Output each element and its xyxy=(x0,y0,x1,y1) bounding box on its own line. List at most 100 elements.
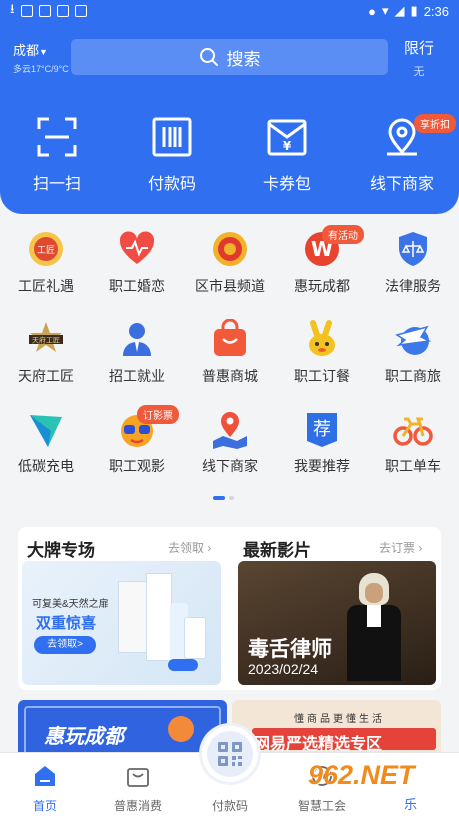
service-label: 普惠商城 xyxy=(202,368,258,384)
huiwan-banner[interactable]: 惠玩成都 xyxy=(18,700,227,760)
watermark-logo: 962.NET 乐游网 xyxy=(308,760,417,812)
banner-headline: 双重惊喜 xyxy=(36,615,97,632)
service-label: 招工就业 xyxy=(109,368,165,384)
coupon-wallet-button[interactable]: ¥ 卡券包 xyxy=(247,116,327,194)
yanxuan-slogan: 懂商品更懂生活 xyxy=(294,714,385,725)
service-puhui-mall[interactable]: 普惠商城 xyxy=(195,318,265,386)
quick-action-label: 卡券包 xyxy=(262,176,311,193)
movie-poster-image xyxy=(343,569,403,681)
brand-section-more[interactable]: 去领取 › xyxy=(168,539,211,556)
meal-mascot-icon xyxy=(309,320,335,356)
notification-icon xyxy=(38,5,51,17)
tab-home[interactable]: 首页 xyxy=(5,763,85,814)
page-indicator xyxy=(213,496,234,500)
svg-text:¥: ¥ xyxy=(283,139,292,153)
service-legal[interactable]: 法律服务 xyxy=(378,229,448,296)
heart-icon xyxy=(119,231,155,264)
scan-icon xyxy=(37,117,77,157)
brand-section-title: 大牌专场 xyxy=(27,541,95,560)
tab-label: 首页 xyxy=(32,799,57,813)
home-icon xyxy=(35,766,55,786)
city-name: 成都 xyxy=(13,43,40,58)
service-label: 职工单车 xyxy=(385,458,441,474)
service-huiwan-chengdu[interactable]: W 有活动 惠玩成都 xyxy=(287,225,364,296)
service-business-travel[interactable]: 职工商旅 xyxy=(378,319,448,386)
recommend-icon: 荐 xyxy=(307,413,337,447)
service-craftsman-benefits[interactable]: 工匠 工匠礼遇 xyxy=(11,229,81,296)
brand-promo-banner[interactable]: 可复美&天然之扉 双重惊喜 去领取> xyxy=(22,561,221,685)
charging-bolt-icon xyxy=(30,415,62,447)
search-label: 搜索 xyxy=(226,49,261,69)
service-label: 低碳充电 xyxy=(18,458,74,474)
service-meal-order[interactable]: 职工订餐 xyxy=(287,319,357,386)
quick-action-label: 付款码 xyxy=(147,176,196,193)
offline-merchant-button[interactable]: 线下商家 享折扣 xyxy=(362,114,456,194)
travel-plane-icon xyxy=(395,325,432,355)
service-district-channel[interactable]: 区市县频道 xyxy=(195,229,265,296)
tab-label: 普惠消费 xyxy=(113,799,162,813)
watermark-subtext: 乐游网 xyxy=(404,797,418,812)
traffic-limit-value: 无 xyxy=(413,66,425,78)
service-low-carbon-charging[interactable]: 低碳充电 xyxy=(11,409,81,476)
coupon-wallet-icon: ¥ xyxy=(267,119,307,156)
service-label: 惠玩成都 xyxy=(294,278,350,294)
watermark-text: 962.NET xyxy=(308,760,415,790)
ticket-badge: 订影票 xyxy=(137,405,179,424)
service-recommend[interactable]: 荐 我要推荐 xyxy=(287,409,357,476)
tab-pay-code[interactable]: 付款码 xyxy=(190,797,270,814)
notification-icon xyxy=(74,5,87,17)
search-bar[interactable]: 搜索 xyxy=(71,39,388,75)
traffic-limit-label[interactable]: 限行 xyxy=(402,37,436,58)
shopping-bag-icon xyxy=(214,318,246,356)
service-marriage[interactable]: 职工婚恋 xyxy=(102,229,172,296)
service-label: 职工观影 xyxy=(109,458,165,474)
barcode-icon xyxy=(152,117,192,157)
page-indicator-dot xyxy=(229,496,234,500)
battery-icon: ▮ xyxy=(410,3,418,18)
qr-code-icon xyxy=(218,742,242,766)
header: ⭳ ● ▾ ◢ ▮ 2:36 成都▼ 多云17°C/9°C 搜索 限行 无 扫一… xyxy=(0,0,459,214)
tab-label: 付款码 xyxy=(211,799,248,813)
service-recruitment[interactable]: 招工就业 xyxy=(102,319,172,386)
claim-button[interactable]: 去领取> xyxy=(34,636,96,654)
service-tianfu-craftsman[interactable]: 天府工匠 天府工匠 xyxy=(11,319,81,386)
pay-code-fab[interactable] xyxy=(202,726,258,782)
svg-text:工匠: 工匠 xyxy=(37,245,55,256)
page-indicator-dot-active xyxy=(213,496,225,500)
search-icon xyxy=(199,48,218,66)
movie-poster-banner[interactable]: 毒舌律师 2023/02/24 xyxy=(238,561,436,685)
movie-title: 毒舌律师 xyxy=(248,638,332,661)
service-movie[interactable]: 订影票 职工观影 xyxy=(102,405,179,476)
movie-section-more[interactable]: 去订票 › xyxy=(379,539,422,556)
shopping-bag-icon xyxy=(127,768,149,787)
notification-icon xyxy=(20,5,33,17)
product-image xyxy=(118,573,214,673)
quick-action-label: 扫一扫 xyxy=(32,176,81,193)
service-label: 线下商家 xyxy=(202,458,258,474)
download-icon: ⭳ xyxy=(10,1,15,16)
law-shield-icon xyxy=(399,232,427,266)
tab-puhui-consume[interactable]: 普惠消费 xyxy=(98,763,178,814)
notification-icon xyxy=(56,5,69,17)
service-label: 职工订餐 xyxy=(294,368,350,384)
scan-button[interactable]: 扫一扫 xyxy=(17,116,97,194)
pay-code-button[interactable]: 付款码 xyxy=(132,116,212,194)
banner-brand-text: 可复美&天然之扉 xyxy=(32,599,109,610)
svg-text:天府工匠: 天府工匠 xyxy=(32,336,60,345)
yanxuan-banner[interactable]: 懂商品更懂生活 网易严选精选专区 xyxy=(232,700,441,760)
service-label: 天府工匠 xyxy=(18,368,74,384)
service-label: 工匠礼遇 xyxy=(18,278,74,294)
city-selector[interactable]: 成都▼ xyxy=(13,40,48,59)
discount-badge: 享折扣 xyxy=(414,114,456,133)
service-label: 职工商旅 xyxy=(385,368,441,384)
service-offline-merchant[interactable]: 线下商家 xyxy=(195,409,265,476)
tianfu-craftsman-logo-icon: 天府工匠 xyxy=(29,322,63,352)
recruit-person-icon xyxy=(123,323,151,356)
wifi-icon: ▾ xyxy=(382,3,389,18)
location-icon: ● xyxy=(368,3,376,19)
service-bike[interactable]: 职工单车 xyxy=(378,409,448,476)
chevron-down-icon: ▼ xyxy=(39,47,48,57)
svg-text:荐: 荐 xyxy=(313,419,331,440)
craftsman-medal-icon: 工匠 xyxy=(29,232,63,266)
service-label: 我要推荐 xyxy=(294,458,350,474)
